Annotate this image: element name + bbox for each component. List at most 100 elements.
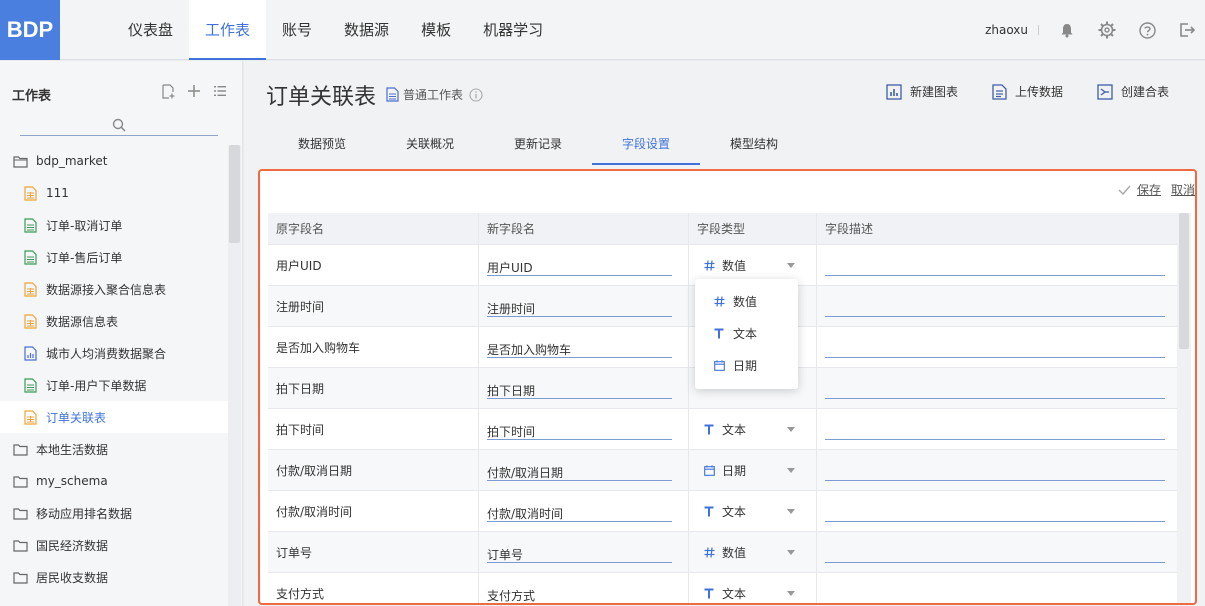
new-chart-button[interactable]: 新建图表 bbox=[886, 83, 958, 100]
new-field-input[interactable] bbox=[487, 459, 672, 481]
dropdown-option-number[interactable]: 数值 bbox=[695, 285, 798, 317]
field-desc-input[interactable] bbox=[825, 254, 1165, 276]
sidebar-scrollbar-thumb[interactable] bbox=[229, 145, 240, 243]
sidebar-scrollbar[interactable] bbox=[228, 145, 241, 606]
nav-tab-account[interactable]: 账号 bbox=[266, 0, 328, 60]
bdp-logo[interactable]: BDP bbox=[0, 0, 60, 60]
sidebar-search-input[interactable] bbox=[20, 116, 218, 136]
new-field-input[interactable] bbox=[487, 582, 672, 603]
dropdown-option-label: 数值 bbox=[733, 294, 758, 309]
field-type-select[interactable]: 数值 bbox=[703, 544, 803, 561]
list-icon[interactable] bbox=[212, 83, 228, 99]
new-field-input[interactable] bbox=[487, 295, 672, 317]
sheet-blue-icon bbox=[22, 345, 38, 361]
plus-icon[interactable] bbox=[186, 83, 202, 99]
orig-field-name: 是否加入购物车 bbox=[268, 327, 479, 367]
upload-data-button[interactable]: 上传数据 bbox=[992, 83, 1063, 100]
field-desc-input[interactable] bbox=[825, 459, 1165, 481]
page-title: 订单关联表 bbox=[266, 85, 377, 110]
tree-folder-national-economy[interactable]: 国民经济数据 bbox=[0, 529, 228, 561]
tree-item-label: bdp_market bbox=[36, 154, 108, 168]
sheet-green-icon bbox=[22, 377, 38, 393]
tab-model-structure[interactable]: 模型结构 bbox=[700, 127, 808, 165]
tab-data-preview[interactable]: 数据预览 bbox=[268, 127, 376, 165]
tree-sheet-datasource-info[interactable]: 数据源信息表 bbox=[0, 305, 228, 337]
new-field-cell bbox=[479, 450, 689, 490]
new-field-input[interactable] bbox=[487, 254, 672, 276]
help-icon[interactable] bbox=[1137, 20, 1157, 40]
dropdown-option-date[interactable]: 日期 bbox=[695, 349, 798, 381]
table-scrollbar-thumb[interactable] bbox=[1179, 213, 1189, 349]
table-scrollbar[interactable] bbox=[1177, 213, 1191, 603]
field-type-select[interactable]: 文本 bbox=[703, 421, 803, 438]
field-desc-input[interactable] bbox=[825, 295, 1165, 317]
tree-sheet-111[interactable]: 111 bbox=[0, 177, 228, 209]
tree-folder-my-schema[interactable]: my_schema bbox=[0, 465, 228, 497]
tree-sheet-datasource-agg[interactable]: 数据源接入聚合信息表 bbox=[0, 273, 228, 305]
orig-field-name: 用户UID bbox=[268, 245, 479, 285]
new-field-input[interactable] bbox=[487, 500, 672, 522]
header-actions: 新建图表 上传数据 创建合表 bbox=[886, 83, 1169, 100]
tab-update-log[interactable]: 更新记录 bbox=[484, 127, 592, 165]
tree-sheet-user-orders[interactable]: 订单-用户下单数据 bbox=[0, 369, 228, 401]
tree-item-label: 订单-取消订单 bbox=[46, 218, 123, 233]
new-field-input[interactable] bbox=[487, 336, 672, 358]
field-desc-input[interactable] bbox=[825, 541, 1165, 563]
save-button[interactable]: 保存 bbox=[1118, 181, 1161, 198]
header-orig-name: 原字段名 bbox=[268, 213, 479, 244]
new-field-cell bbox=[479, 286, 689, 326]
header-field-desc: 字段描述 bbox=[825, 222, 874, 236]
orig-field-name: 订单号 bbox=[268, 532, 479, 572]
nav-tab-ml[interactable]: 机器学习 bbox=[467, 0, 559, 60]
field-type-select[interactable]: 文本 bbox=[703, 585, 803, 602]
tree-folder-app-ranking[interactable]: 移动应用排名数据 bbox=[0, 497, 228, 529]
field-type-select[interactable]: 日期 bbox=[703, 462, 803, 479]
top-nav: BDP 仪表盘 工作表 账号 数据源 模板 机器学习 zhaoxu bbox=[0, 0, 1205, 60]
new-field-cell bbox=[479, 491, 689, 531]
tree-folder-resident-income[interactable]: 居民收支数据 bbox=[0, 561, 228, 593]
header-field-type: 字段类型 bbox=[689, 213, 817, 244]
caret-down-icon bbox=[787, 467, 795, 473]
new-field-input[interactable] bbox=[487, 377, 672, 399]
field-desc-input[interactable] bbox=[825, 377, 1165, 399]
tree-sheet-city-consumption[interactable]: 城市人均消费数据聚合 bbox=[0, 337, 228, 369]
sheet-green-icon bbox=[22, 249, 38, 265]
tree-sheet-aftersale-orders[interactable]: 订单-售后订单 bbox=[0, 241, 228, 273]
tree-sheet-order-join[interactable]: 订单关联表 bbox=[0, 401, 228, 433]
field-type-label: 日期 bbox=[722, 463, 747, 478]
new-field-input[interactable] bbox=[487, 541, 672, 563]
logout-icon[interactable] bbox=[1177, 20, 1197, 40]
tree-sheet-cancel-orders[interactable]: 订单-取消订单 bbox=[0, 209, 228, 241]
field-type-select[interactable]: 文本 bbox=[703, 503, 803, 520]
create-join-button[interactable]: 创建合表 bbox=[1097, 83, 1169, 100]
sheet-orange-icon bbox=[22, 185, 38, 201]
desc-cell bbox=[817, 573, 1180, 603]
folder-icon bbox=[12, 153, 28, 169]
upload-icon bbox=[992, 83, 1007, 100]
nav-tab-dashboard[interactable]: 仪表盘 bbox=[112, 0, 189, 60]
nav-tab-datasource[interactable]: 数据源 bbox=[328, 0, 405, 60]
new-field-input[interactable] bbox=[487, 418, 672, 440]
nav-tab-worksheet[interactable]: 工作表 bbox=[189, 0, 267, 60]
field-desc-input[interactable] bbox=[825, 582, 1165, 603]
orig-field-name: 支付方式 bbox=[268, 573, 479, 603]
info-icon[interactable] bbox=[469, 87, 483, 102]
field-desc-input[interactable] bbox=[825, 336, 1165, 358]
field-desc-input[interactable] bbox=[825, 500, 1165, 522]
orig-field-name: 拍下时间 bbox=[268, 409, 479, 449]
tree-folder-local-life[interactable]: 本地生活数据 bbox=[0, 433, 228, 465]
tab-join-overview[interactable]: 关联概况 bbox=[376, 127, 484, 165]
tab-field-settings[interactable]: 字段设置 bbox=[592, 127, 700, 165]
gear-icon[interactable] bbox=[1097, 20, 1117, 40]
dropdown-option-text[interactable]: 文本 bbox=[695, 317, 798, 349]
worksheet-tree: bdp_market 111 订单-取消订单 订单-售后订单 数据源接入聚合信息… bbox=[0, 145, 228, 593]
new-file-icon[interactable] bbox=[160, 83, 176, 99]
bell-icon[interactable] bbox=[1057, 20, 1077, 40]
tree-folder-bdp-market[interactable]: bdp_market bbox=[0, 145, 228, 177]
username[interactable]: zhaoxu bbox=[985, 23, 1028, 37]
field-desc-input[interactable] bbox=[825, 418, 1165, 440]
nav-tab-template[interactable]: 模板 bbox=[405, 0, 467, 60]
cancel-button[interactable]: 取消 bbox=[1171, 181, 1195, 198]
field-type-select[interactable]: 数值 bbox=[703, 257, 803, 274]
new-field-cell bbox=[479, 327, 689, 367]
